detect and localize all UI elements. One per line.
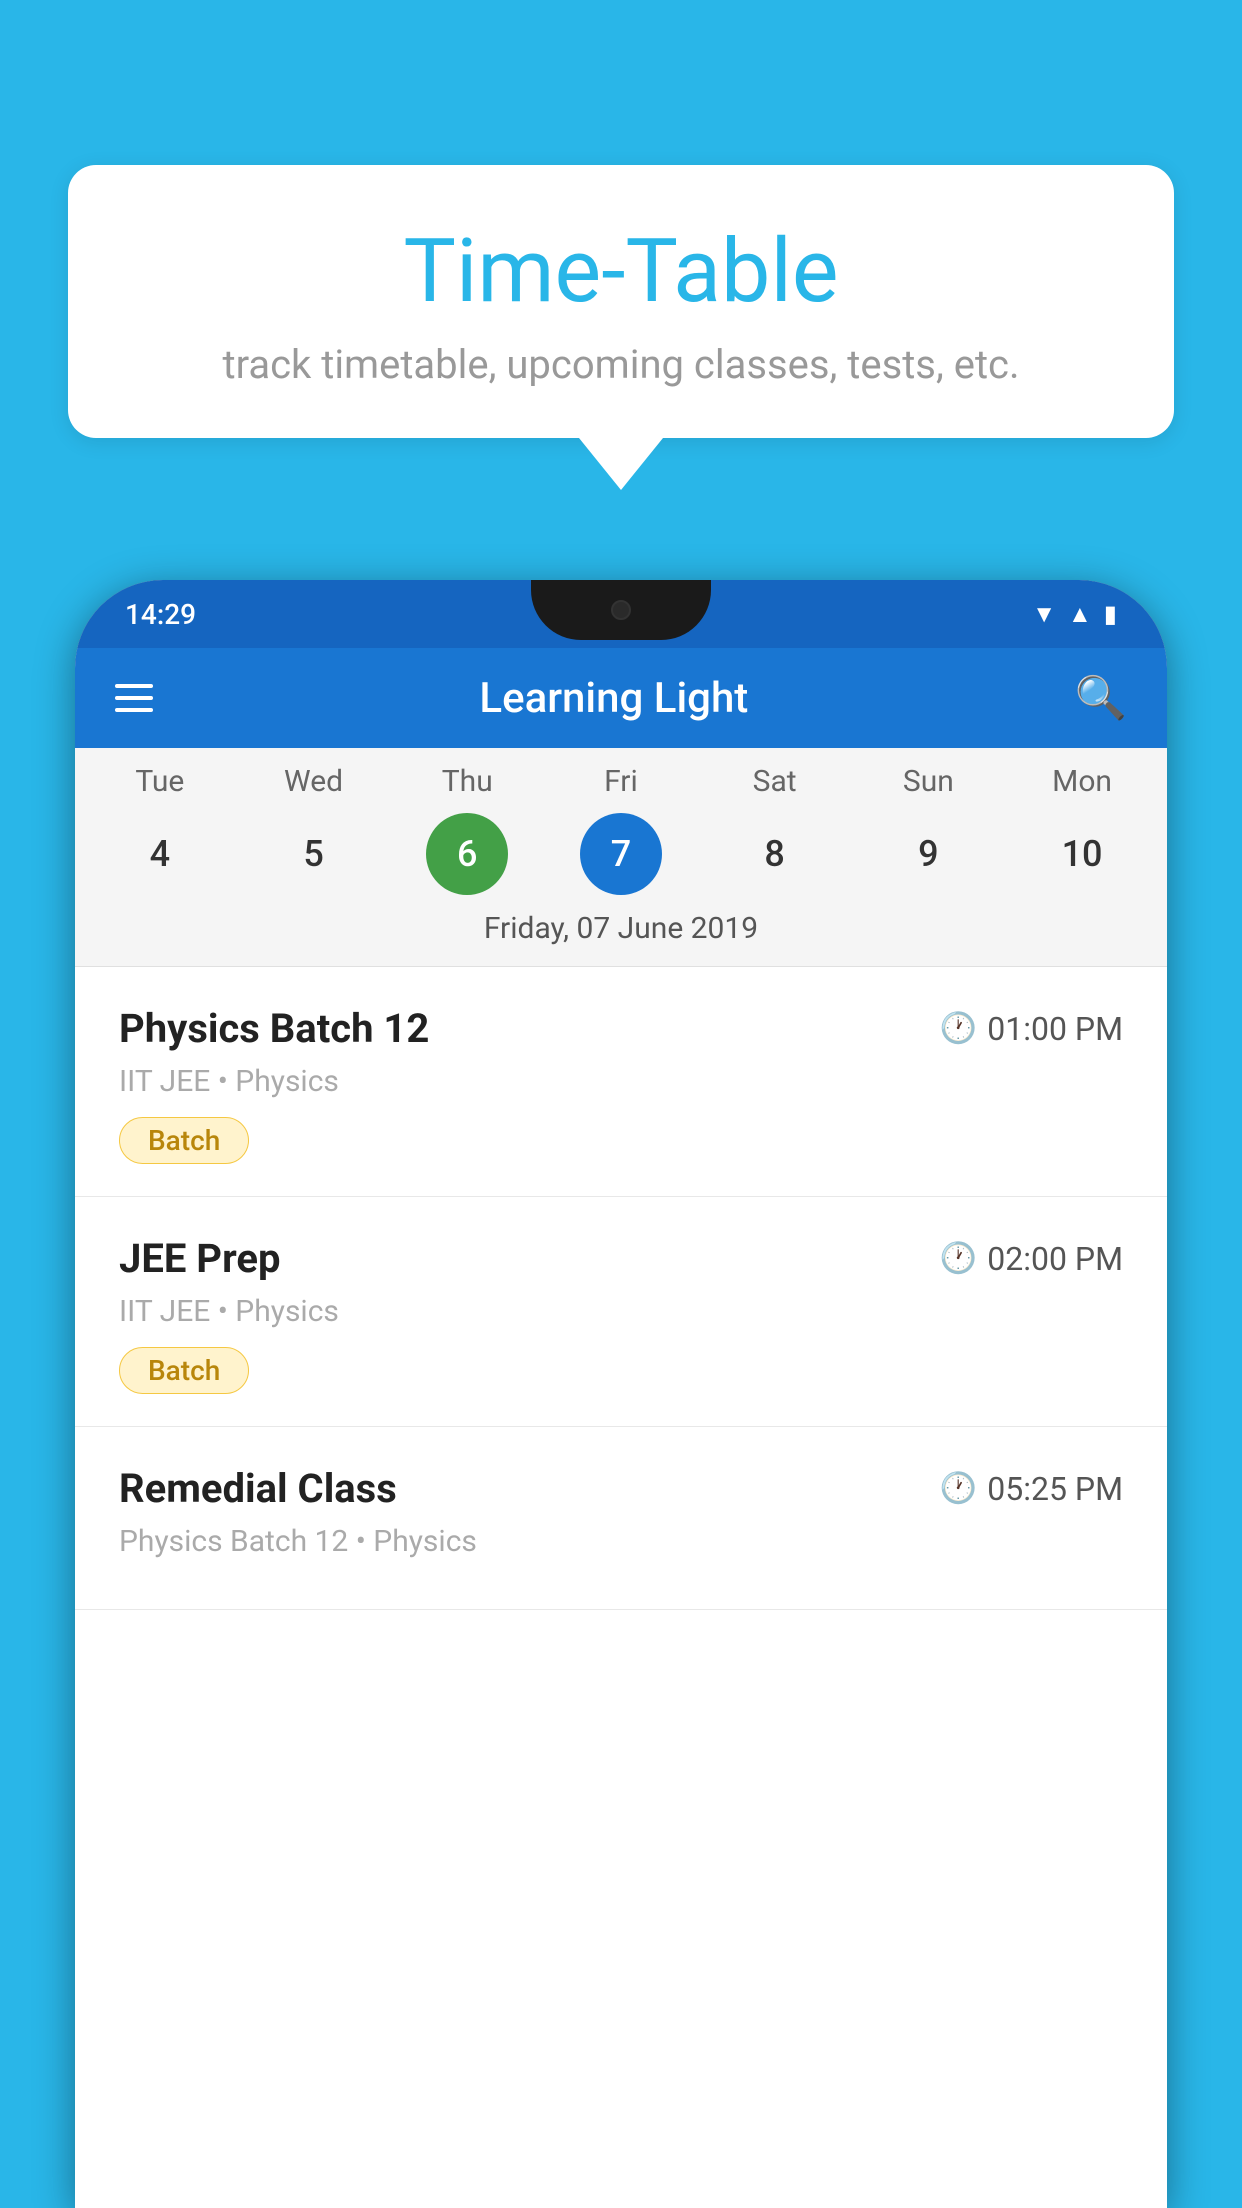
clock-icon-1: 🕐 [940,1011,977,1046]
day-name-fri: Fri [571,764,671,799]
battery-icon: ▮ [1104,600,1117,628]
bubble-title: Time-Table [128,220,1114,323]
day-5[interactable]: 5 [273,813,355,895]
bubble-subtitle: track timetable, upcoming classes, tests… [128,341,1114,388]
schedule-item-2[interactable]: JEE Prep 🕐 02:00 PM IIT JEE • Physics Ba… [75,1197,1167,1427]
wifi-icon: ▼ [1032,600,1056,629]
signal-icon: ▲ [1068,600,1092,629]
schedule-item-2-subtitle: IIT JEE • Physics [119,1294,1123,1329]
day-name-mon: Mon [1032,764,1132,799]
selected-date-label: Friday, 07 June 2019 [75,911,1167,958]
day-7-selected[interactable]: 7 [580,813,662,895]
calendar-header: Tue Wed Thu Fri Sat Sun Mon 4 5 6 7 8 9 … [75,748,1167,967]
phone-screen: 14:29 ▼ ▲ ▮ Learning Light 🔍 [75,580,1167,2208]
schedule-item-3-time: 🕐 05:25 PM [940,1470,1123,1508]
schedule-item-1[interactable]: Physics Batch 12 🕐 01:00 PM IIT JEE • Ph… [75,967,1167,1197]
phone-notch [531,580,711,640]
schedule-item-2-header: JEE Prep 🕐 02:00 PM [119,1235,1123,1282]
schedule-item-2-time: 🕐 02:00 PM [940,1240,1123,1278]
day-name-sun: Sun [878,764,978,799]
day-9[interactable]: 9 [887,813,969,895]
speech-bubble-tail [579,438,663,490]
phone-container: 14:29 ▼ ▲ ▮ Learning Light 🔍 [75,580,1167,2208]
status-time: 14:29 [125,598,196,631]
day-10[interactable]: 10 [1041,813,1123,895]
clock-icon-2: 🕐 [940,1241,977,1276]
batch-badge-2: Batch [119,1347,249,1394]
schedule-list: Physics Batch 12 🕐 01:00 PM IIT JEE • Ph… [75,967,1167,2208]
clock-icon-3: 🕐 [940,1471,977,1506]
speech-bubble-container: Time-Table track timetable, upcoming cla… [68,165,1174,490]
schedule-item-3-subtitle: Physics Batch 12 • Physics [119,1524,1123,1559]
app-title: Learning Light [185,674,1043,723]
schedule-item-3[interactable]: Remedial Class 🕐 05:25 PM Physics Batch … [75,1427,1167,1610]
phone-frame: 14:29 ▼ ▲ ▮ Learning Light 🔍 [75,580,1167,2208]
schedule-item-2-title: JEE Prep [119,1235,280,1282]
camera-dot [611,600,631,620]
day-6-today[interactable]: 6 [426,813,508,895]
status-icons: ▼ ▲ ▮ [1032,600,1117,629]
schedule-item-1-title: Physics Batch 12 [119,1005,429,1052]
day-4[interactable]: 4 [119,813,201,895]
app-bar: Learning Light 🔍 [75,648,1167,748]
day-names-row: Tue Wed Thu Fri Sat Sun Mon [75,764,1167,799]
batch-badge-1: Batch [119,1117,249,1164]
status-bar: 14:29 ▼ ▲ ▮ [75,580,1167,648]
day-name-tue: Tue [110,764,210,799]
schedule-item-1-header: Physics Batch 12 🕐 01:00 PM [119,1005,1123,1052]
schedule-item-1-subtitle: IIT JEE • Physics [119,1064,1123,1099]
hamburger-menu-icon[interactable] [115,684,153,712]
day-name-sat: Sat [725,764,825,799]
schedule-item-3-header: Remedial Class 🕐 05:25 PM [119,1465,1123,1512]
day-numbers-row: 4 5 6 7 8 9 10 [75,813,1167,895]
day-8[interactable]: 8 [734,813,816,895]
search-icon[interactable]: 🔍 [1075,674,1127,723]
schedule-item-3-title: Remedial Class [119,1465,397,1512]
day-name-thu: Thu [417,764,517,799]
schedule-item-1-time: 🕐 01:00 PM [940,1010,1123,1048]
day-name-wed: Wed [264,764,364,799]
speech-bubble: Time-Table track timetable, upcoming cla… [68,165,1174,438]
